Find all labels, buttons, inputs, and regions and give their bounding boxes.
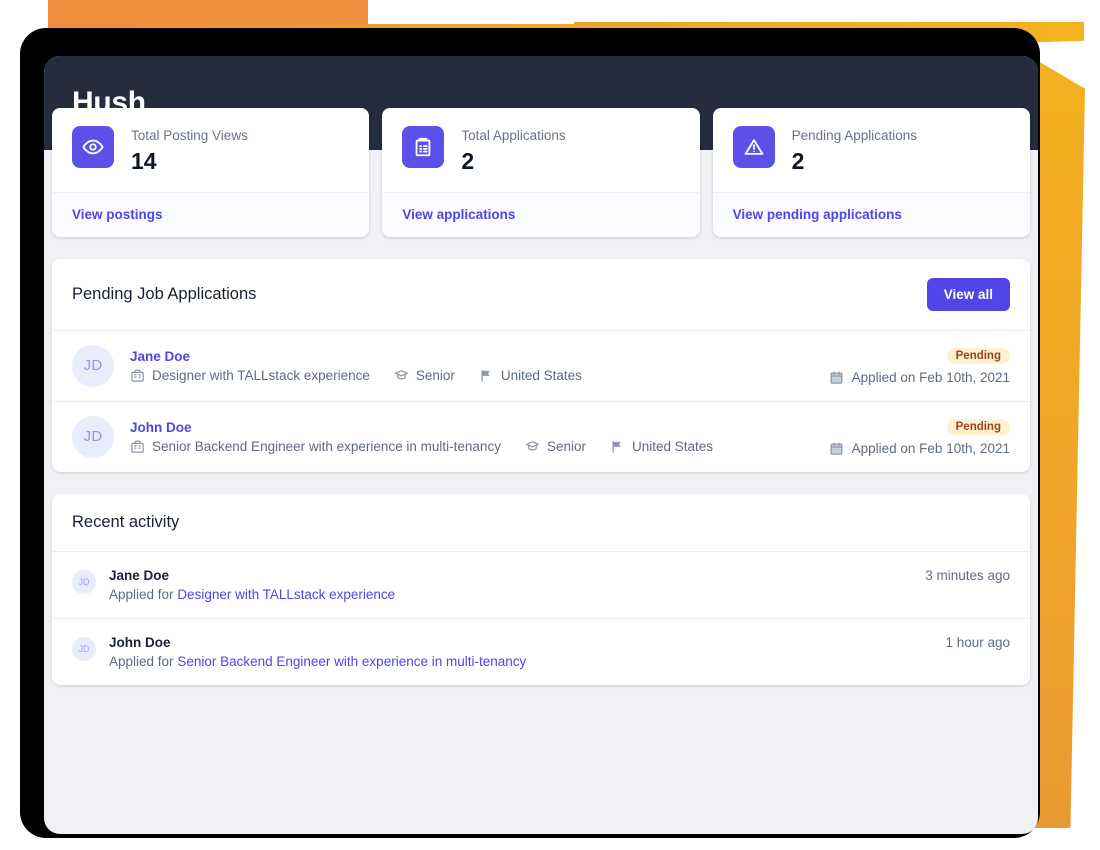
stat-label: Pending Applications bbox=[792, 127, 917, 145]
activity-details: John Doe Applied for Senior Backend Engi… bbox=[109, 635, 931, 669]
meta-location-label: United States bbox=[632, 439, 713, 454]
briefcase-icon bbox=[130, 439, 145, 454]
meta-level: Senior bbox=[394, 368, 455, 383]
activity-description: Applied for Senior Backend Engineer with… bbox=[109, 654, 931, 669]
applied-date: Applied on Feb 10th, 2021 bbox=[829, 370, 1010, 385]
applicant-name-link[interactable]: Jane Doe bbox=[130, 349, 190, 364]
flag-icon bbox=[479, 368, 494, 383]
stat-card-body: Total Applications 2 bbox=[382, 108, 699, 192]
stat-card-pending-applications: Pending Applications 2 View pending appl… bbox=[713, 108, 1030, 237]
activity-description: Applied for Designer with TALLstack expe… bbox=[109, 587, 911, 602]
stat-label: Total Applications bbox=[461, 127, 565, 145]
view-postings-link[interactable]: View postings bbox=[72, 207, 163, 222]
stat-card-body: Pending Applications 2 bbox=[713, 108, 1030, 192]
activity-user-name: Jane Doe bbox=[109, 568, 911, 583]
application-status: Pending Applied on Feb 10th, 2021 bbox=[817, 346, 1010, 385]
stat-card-body: Total Posting Views 14 bbox=[52, 108, 369, 192]
applied-date-label: Applied on Feb 10th, 2021 bbox=[852, 441, 1010, 456]
view-pending-applications-link[interactable]: View pending applications bbox=[733, 207, 902, 222]
stat-card-footer: View postings bbox=[52, 192, 369, 237]
stat-value: 2 bbox=[461, 147, 565, 176]
meta-level-label: Senior bbox=[547, 439, 586, 454]
applied-date-label: Applied on Feb 10th, 2021 bbox=[852, 370, 1010, 385]
stat-card-total-posting-views: Total Posting Views 14 View postings bbox=[52, 108, 369, 237]
app-window: Hush Total Posting Views 14 View posting… bbox=[44, 56, 1038, 834]
table-row[interactable]: JD Jane Doe Designer with TALLstack expe… bbox=[52, 331, 1030, 402]
table-row[interactable]: JD John Doe Senior Backend Engineer with… bbox=[52, 402, 1030, 472]
stat-card-footer: View pending applications bbox=[713, 192, 1030, 237]
meta-location: United States bbox=[479, 368, 582, 383]
meta-location: United States bbox=[610, 439, 713, 454]
calendar-icon bbox=[829, 370, 844, 385]
decor-orange-right-panel bbox=[1033, 58, 1085, 828]
activity-timestamp: 1 hour ago bbox=[931, 635, 1010, 650]
clipboard-icon bbox=[402, 126, 444, 168]
application-meta: Designer with TALLstack experience Senio… bbox=[130, 368, 817, 383]
activity-action-label: Applied for bbox=[109, 587, 174, 602]
stat-value: 14 bbox=[131, 147, 248, 176]
view-applications-link[interactable]: View applications bbox=[402, 207, 515, 222]
list-item: JD John Doe Applied for Senior Backend E… bbox=[52, 619, 1030, 685]
eye-icon bbox=[72, 126, 114, 168]
meta-position: Designer with TALLstack experience bbox=[130, 368, 370, 383]
avatar: JD bbox=[72, 570, 96, 594]
application-details: Jane Doe Designer with TALLstack experie… bbox=[130, 348, 817, 383]
recent-activity-panel: Recent activity JD Jane Doe Applied for … bbox=[52, 494, 1030, 685]
stat-card-total-applications: Total Applications 2 View applications bbox=[382, 108, 699, 237]
panel-header: Recent activity bbox=[52, 494, 1030, 552]
meta-position-label: Designer with TALLstack experience bbox=[152, 368, 370, 383]
calendar-icon bbox=[829, 441, 844, 456]
activity-target-link[interactable]: Senior Backend Engineer with experience … bbox=[177, 654, 526, 669]
activity-timestamp: 3 minutes ago bbox=[911, 568, 1010, 583]
meta-level-label: Senior bbox=[416, 368, 455, 383]
briefcase-icon bbox=[130, 368, 145, 383]
avatar: JD bbox=[72, 637, 96, 661]
graduation-cap-icon bbox=[394, 368, 409, 383]
flag-icon bbox=[610, 439, 625, 454]
activity-details: Jane Doe Applied for Designer with TALLs… bbox=[109, 568, 911, 602]
applied-date: Applied on Feb 10th, 2021 bbox=[829, 441, 1010, 456]
application-status: Pending Applied on Feb 10th, 2021 bbox=[817, 417, 1010, 456]
activity-target-link[interactable]: Designer with TALLstack experience bbox=[177, 587, 395, 602]
status-badge: Pending bbox=[947, 348, 1010, 364]
avatar: JD bbox=[72, 416, 114, 458]
stats-row: Total Posting Views 14 View postings bbox=[44, 108, 1038, 237]
application-meta: Senior Backend Engineer with experience … bbox=[130, 439, 817, 454]
application-details: John Doe Senior Backend Engineer with ex… bbox=[130, 419, 817, 454]
stat-card-text: Pending Applications 2 bbox=[792, 126, 917, 176]
status-badge: Pending bbox=[947, 419, 1010, 435]
avatar: JD bbox=[72, 345, 114, 387]
page-title: Pending Job Applications bbox=[72, 285, 256, 304]
meta-location-label: United States bbox=[501, 368, 582, 383]
graduation-cap-icon bbox=[525, 439, 540, 454]
stat-value: 2 bbox=[792, 147, 917, 176]
applicant-name-link[interactable]: John Doe bbox=[130, 420, 192, 435]
recent-activity-title: Recent activity bbox=[72, 513, 179, 532]
pending-applications-panel: Pending Job Applications View all JD Jan… bbox=[52, 259, 1030, 472]
list-item: JD Jane Doe Applied for Designer with TA… bbox=[52, 552, 1030, 619]
activity-action-label: Applied for bbox=[109, 654, 174, 669]
meta-position-label: Senior Backend Engineer with experience … bbox=[152, 439, 501, 454]
stat-card-text: Total Posting Views 14 bbox=[131, 126, 248, 176]
panel-header: Pending Job Applications View all bbox=[52, 259, 1030, 331]
stat-card-text: Total Applications 2 bbox=[461, 126, 565, 176]
activity-user-name: John Doe bbox=[109, 635, 931, 650]
warning-triangle-icon bbox=[733, 126, 775, 168]
meta-level: Senior bbox=[525, 439, 586, 454]
stat-card-footer: View applications bbox=[382, 192, 699, 237]
view-all-button[interactable]: View all bbox=[927, 278, 1010, 311]
stat-label: Total Posting Views bbox=[131, 127, 248, 145]
meta-position: Senior Backend Engineer with experience … bbox=[130, 439, 501, 454]
